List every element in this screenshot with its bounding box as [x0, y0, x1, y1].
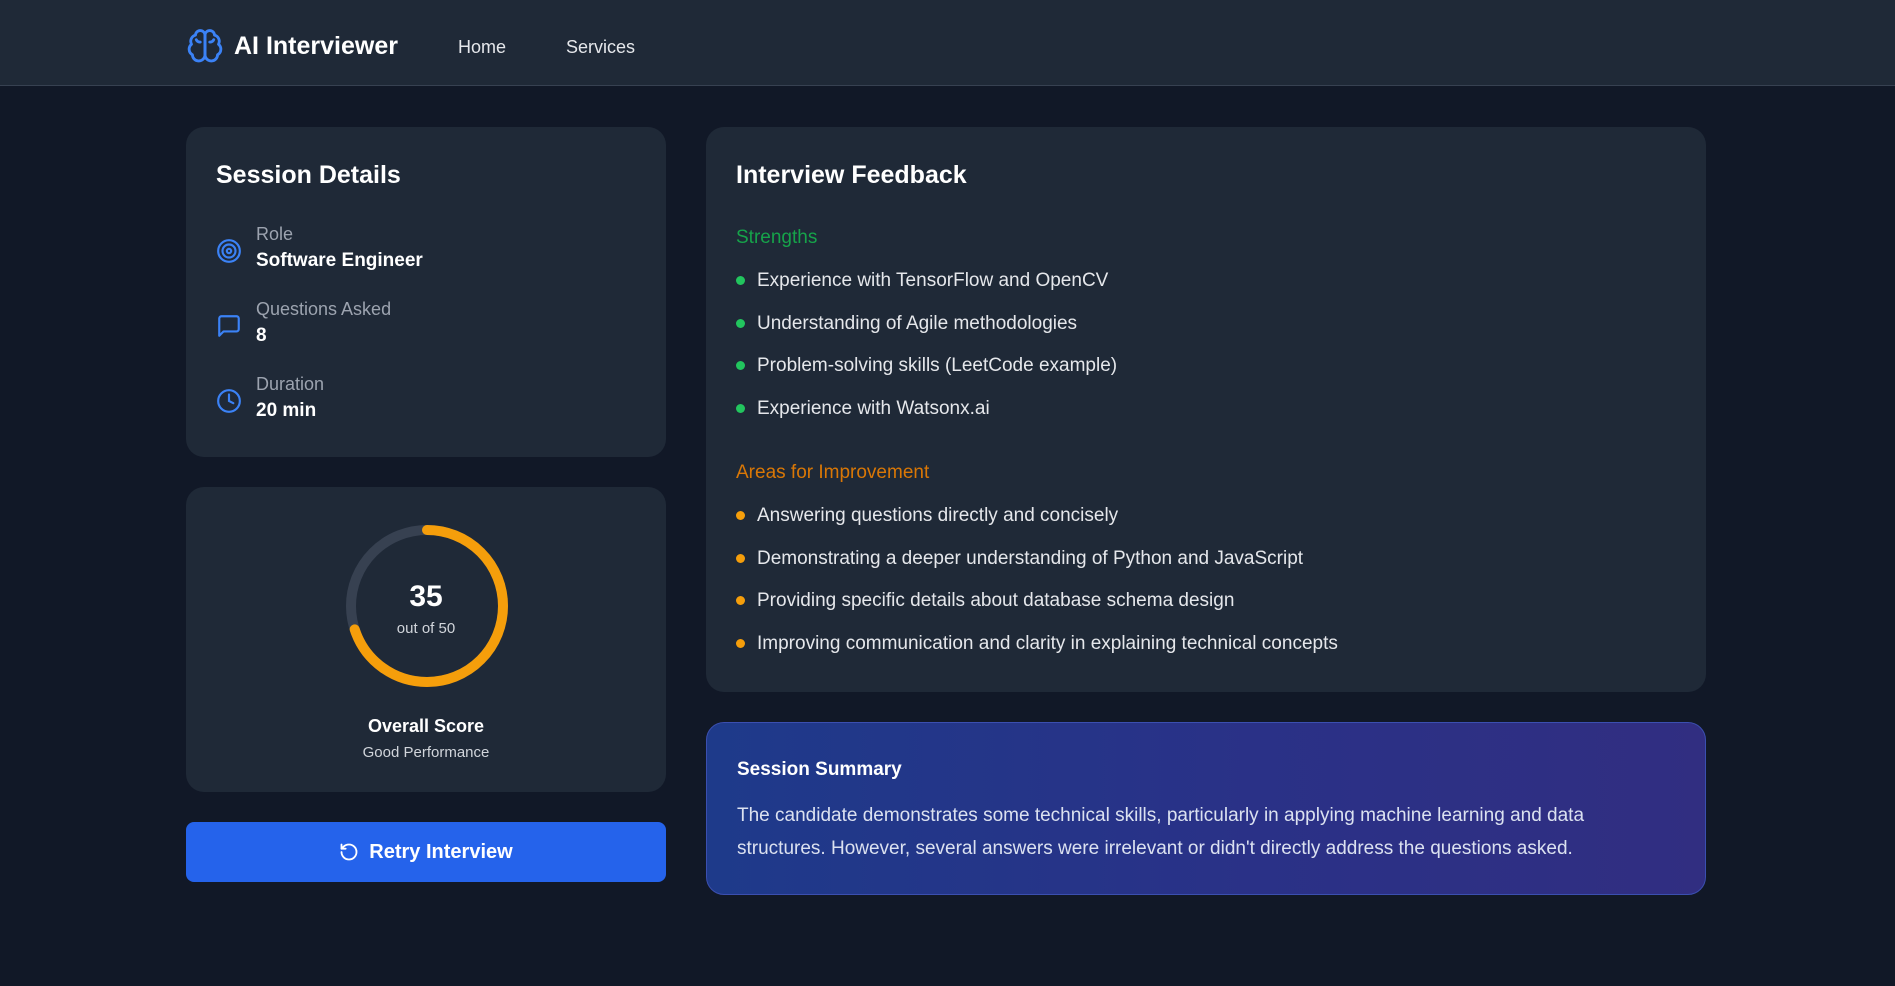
brand-name: AI Interviewer — [234, 31, 398, 60]
improvement-item: Providing specific details about databas… — [736, 590, 1338, 633]
improvement-item: Answering questions directly and concise… — [736, 505, 1338, 548]
refresh-icon — [340, 843, 358, 861]
retry-interview-label: Retry Interview — [369, 840, 513, 863]
detail-role-label: Role — [256, 224, 294, 244]
interview-feedback-card: Interview Feedback Strengths Experience … — [706, 127, 1706, 692]
improvement-text: Answering questions directly and concise… — [757, 505, 1119, 526]
message-icon — [218, 315, 240, 337]
amber-bullet-icon — [736, 553, 745, 563]
detail-questions-value: 8 — [256, 325, 267, 346]
strength-text: Experience with Watsonx.ai — [757, 398, 990, 420]
detail-questions: Questions Asked 8 — [216, 299, 636, 355]
session-details-card: Session Details Role Software Engineer Q… — [186, 127, 666, 457]
amber-bullet-icon — [736, 511, 745, 520]
green-bullet-icon — [736, 404, 745, 414]
strength-text: Problem-solving skills (LeetCode example… — [757, 355, 1118, 377]
improvements-list: Answering questions directly and concise… — [736, 505, 1338, 676]
score-out-of: out of 50 — [396, 620, 456, 637]
strength-item: Experience with TensorFlow and OpenCV — [736, 270, 1117, 313]
improvements-title: Areas for Improvement — [736, 462, 930, 483]
green-bullet-icon — [736, 276, 745, 285]
amber-bullet-icon — [736, 639, 745, 649]
strengths-title: Strengths — [736, 227, 818, 248]
session-summary-card: Session Summary The candidate demonstrat… — [706, 722, 1706, 895]
score-card: 35 out of 50 Overall Score Good Performa… — [186, 487, 666, 792]
improvement-text: Improving communication and clarity in e… — [757, 633, 1338, 655]
amber-bullet-icon — [736, 596, 745, 606]
score-description: Good Performance — [362, 744, 490, 761]
nav-home-link[interactable]: Home — [458, 37, 506, 58]
green-bullet-icon — [736, 318, 745, 328]
score-value: 35 — [409, 580, 443, 613]
improvement-text: Demonstrating a deeper understanding of … — [757, 547, 1304, 569]
summary-text: The candidate demonstrates some technica… — [737, 805, 1585, 859]
strength-text: Experience with TensorFlow and OpenCV — [757, 270, 1109, 291]
feedback-title: Interview Feedback — [736, 161, 967, 189]
session-details-title: Session Details — [216, 161, 401, 189]
strength-item: Understanding of Agile methodologies — [736, 313, 1117, 356]
improvement-item: Improving communication and clarity in e… — [736, 633, 1338, 676]
green-bullet-icon — [736, 361, 745, 371]
navbar: AI Interviewer Home Services — [0, 0, 1895, 86]
improvement-text: Providing specific details about databas… — [757, 590, 1235, 612]
brand[interactable]: AI Interviewer — [186, 27, 398, 65]
strength-item: Problem-solving skills (LeetCode example… — [736, 355, 1117, 398]
summary-title: Session Summary — [737, 759, 902, 780]
detail-duration-label: Duration — [256, 374, 325, 394]
detail-role: Role Software Engineer — [216, 224, 636, 280]
target-icon — [217, 239, 241, 263]
strength-item: Experience with Watsonx.ai — [736, 398, 1117, 441]
nav-services-link[interactable]: Services — [566, 37, 635, 58]
detail-questions-label: Questions Asked — [256, 299, 392, 319]
brain-icon — [187, 29, 223, 63]
detail-role-value: Software Engineer — [256, 250, 423, 271]
score-title: Overall Score — [367, 716, 485, 736]
retry-interview-button[interactable]: Retry Interview — [186, 822, 666, 882]
detail-duration-value: 20 min — [256, 400, 317, 421]
strength-text: Understanding of Agile methodologies — [757, 312, 1078, 334]
strengths-list: Experience with TensorFlow and OpenCV Un… — [736, 270, 1117, 441]
improvement-item: Demonstrating a deeper understanding of … — [736, 548, 1338, 591]
detail-duration: Duration 20 min — [216, 374, 636, 430]
clock-icon — [217, 389, 241, 413]
